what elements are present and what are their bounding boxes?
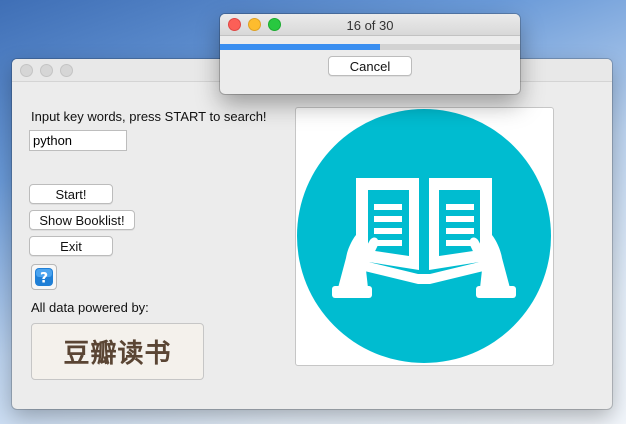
keyword-input[interactable] bbox=[29, 130, 127, 151]
dialog-title: 16 of 30 bbox=[346, 18, 394, 33]
help-button[interactable]: ? bbox=[31, 264, 57, 290]
question-icon: ? bbox=[35, 268, 53, 287]
powered-by-label: All data powered by: bbox=[31, 300, 149, 315]
close-window-icon[interactable] bbox=[20, 64, 33, 77]
reading-book-icon bbox=[297, 109, 551, 363]
progress-fill bbox=[220, 44, 380, 50]
main-window: Input key words, press START to search! … bbox=[12, 59, 612, 409]
zoom-window-icon[interactable] bbox=[60, 64, 73, 77]
book-image-panel bbox=[295, 107, 554, 366]
search-prompt-label: Input key words, press START to search! bbox=[31, 109, 267, 124]
douban-logo-text: 豆瓣读书 bbox=[63, 339, 172, 369]
exit-button[interactable]: Exit bbox=[29, 236, 113, 256]
show-booklist-button[interactable]: Show Booklist! bbox=[29, 210, 135, 230]
progress-bar bbox=[220, 44, 520, 50]
minimize-window-icon[interactable] bbox=[40, 64, 53, 77]
cancel-button[interactable]: Cancel bbox=[328, 56, 412, 76]
progress-dialog: 16 of 30 Cancel bbox=[220, 14, 520, 94]
svg-text:?: ? bbox=[40, 271, 48, 287]
douban-books-logo[interactable]: 豆瓣读书 bbox=[31, 323, 204, 380]
start-button[interactable]: Start! bbox=[29, 184, 113, 204]
dialog-titlebar: 16 of 30 bbox=[220, 14, 520, 36]
